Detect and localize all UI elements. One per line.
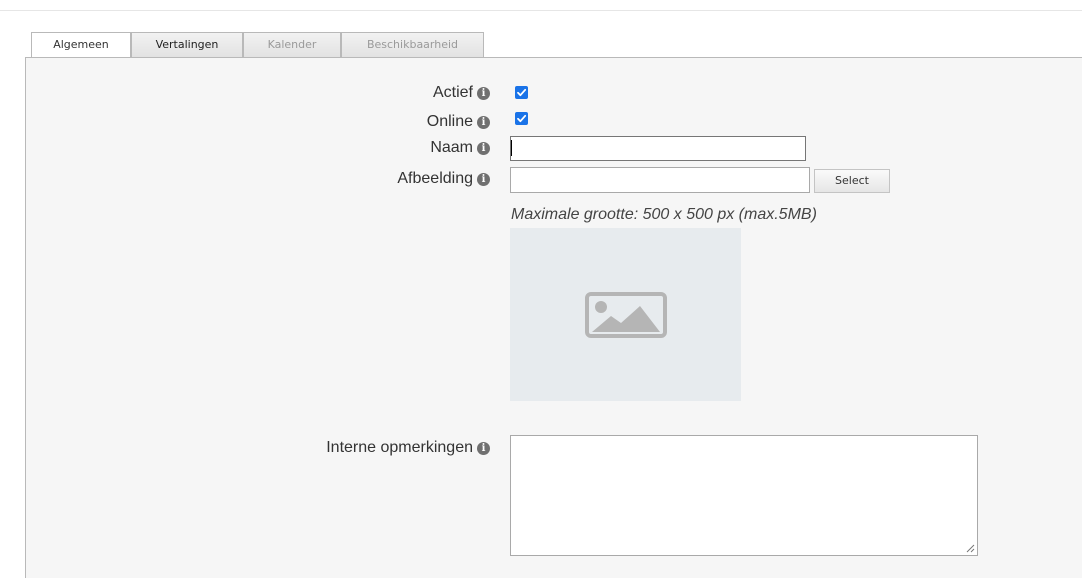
actief-checkbox[interactable]: [515, 86, 528, 99]
online-label: Online i: [427, 113, 490, 131]
info-icon[interactable]: i: [477, 115, 490, 129]
online-label-text: Online: [426, 113, 473, 130]
info-icon[interactable]: i: [477, 441, 490, 455]
afbeelding-label: Afbeelding i: [397, 170, 490, 188]
check-icon: [517, 114, 527, 123]
naam-label: Naam i: [430, 139, 490, 157]
info-icon[interactable]: i: [477, 172, 490, 186]
naam-input[interactable]: [510, 136, 806, 161]
naam-label-text: Naam: [430, 139, 473, 156]
app-frame: Algemeen Vertalingen Kalender Beschikbaa…: [0, 0, 1082, 578]
actief-label-text: Actief: [432, 84, 473, 101]
label-column: Actief i Online i Naam i Afbeelding i Intern…: [0, 0, 490, 570]
online-checkbox[interactable]: [515, 112, 528, 125]
interne-opmerkingen-label: Interne opmerkingen i: [326, 439, 490, 457]
image-placeholder[interactable]: [510, 228, 741, 401]
max-size-hint: Maximale grootte: 500 x 500 px (max.5MB): [511, 206, 817, 223]
actief-label: Actief i: [433, 84, 490, 102]
afbeelding-label-text: Afbeelding: [397, 170, 473, 187]
resize-handle-icon[interactable]: [966, 544, 975, 553]
afbeelding-input[interactable]: [510, 167, 810, 193]
info-icon[interactable]: i: [477, 86, 490, 100]
image-icon: [585, 292, 667, 338]
interne-opmerkingen-textarea[interactable]: [510, 435, 978, 556]
info-icon[interactable]: i: [477, 141, 490, 155]
check-icon: [517, 88, 527, 97]
interne-opmerkingen-label-text: Interne opmerkingen: [326, 439, 473, 456]
select-button[interactable]: Select: [814, 169, 890, 193]
text-caret: [511, 140, 512, 156]
